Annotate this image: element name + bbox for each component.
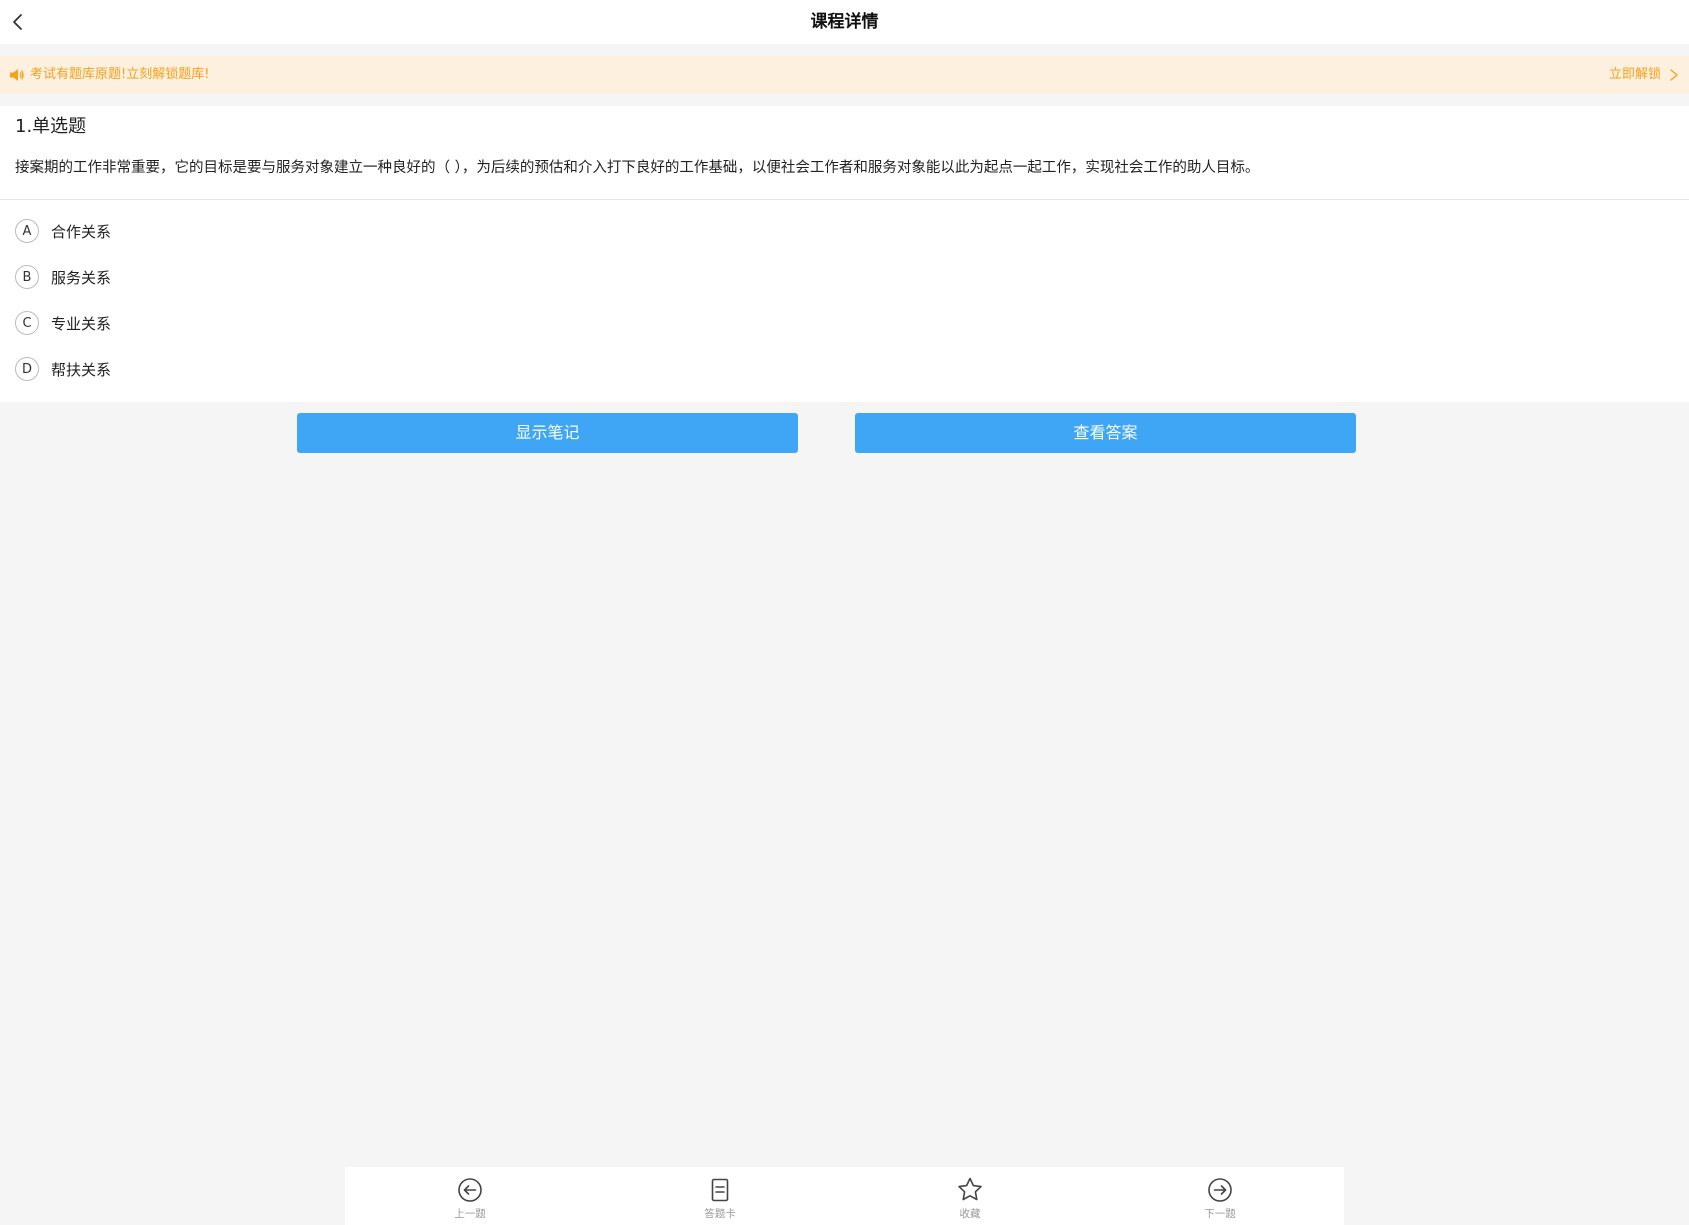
- notice-text: 考试有题库原题!立刻解锁题库!: [30, 67, 210, 82]
- arrow-right-circle-icon: [1208, 1178, 1232, 1202]
- option-text: 帮扶关系: [51, 360, 112, 379]
- tab-label: 答题卡: [704, 1208, 736, 1220]
- bottom-tabbar: 上一题 答题卡 收藏 下一题: [345, 1167, 1344, 1225]
- question-card: 1.单选题 接案期的工作非常重要，它的目标是要与服务对象建立一种良好的（ ），为…: [0, 106, 1689, 200]
- option-letter: A: [15, 219, 39, 243]
- chevron-right-icon: [1670, 69, 1678, 81]
- option-letter: D: [15, 357, 39, 381]
- speaker-icon: [10, 69, 24, 81]
- view-answer-button[interactable]: 查看答案: [855, 413, 1356, 453]
- show-notes-button[interactable]: 显示笔记: [297, 413, 798, 453]
- unlock-link[interactable]: 立即解锁: [1609, 56, 1679, 94]
- arrow-left-circle-icon: [458, 1178, 482, 1202]
- header-bar: 课程详情: [0, 0, 1689, 44]
- tab-label: 上一题: [454, 1208, 486, 1220]
- option-letter: B: [15, 265, 39, 289]
- question-type: 1.单选题: [15, 116, 87, 137]
- page-title: 课程详情: [810, 12, 879, 32]
- notice-banner: 考试有题库原题!立刻解锁题库! 立即解锁: [0, 56, 1689, 94]
- question-stem: 接案期的工作非常重要，它的目标是要与服务对象建立一种良好的（ ），为后续的预估和…: [15, 160, 1260, 176]
- answer-card-icon: [711, 1178, 729, 1202]
- option-d[interactable]: D 帮扶关系: [15, 354, 415, 384]
- option-letter: C: [15, 311, 39, 335]
- option-text: 专业关系: [51, 314, 112, 333]
- tab-previous-question[interactable]: 上一题: [410, 1167, 530, 1225]
- options-list: A 合作关系 B 服务关系 C 专业关系 D 帮扶关系: [0, 200, 1689, 402]
- unlock-label: 立即解锁: [1608, 67, 1661, 82]
- star-icon: [958, 1177, 982, 1201]
- option-text: 服务关系: [51, 268, 112, 287]
- tab-label: 收藏: [959, 1208, 981, 1220]
- tab-answer-card[interactable]: 答题卡: [660, 1167, 780, 1225]
- option-a[interactable]: A 合作关系: [15, 216, 415, 246]
- tab-favorite[interactable]: 收藏: [910, 1167, 1030, 1225]
- tab-label: 下一题: [1204, 1208, 1236, 1220]
- tab-next-question[interactable]: 下一题: [1160, 1167, 1280, 1225]
- option-c[interactable]: C 专业关系: [15, 308, 415, 338]
- option-text: 合作关系: [51, 222, 112, 241]
- option-b[interactable]: B 服务关系: [15, 262, 415, 292]
